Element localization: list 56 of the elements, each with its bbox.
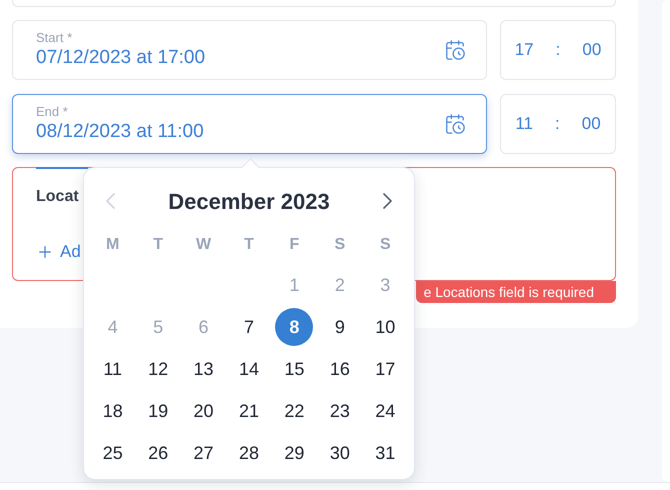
- day-cell[interactable]: 10: [366, 308, 404, 346]
- field-value: 08/12/2023 at 11:00: [36, 120, 205, 144]
- chevron-left-icon: [106, 193, 115, 209]
- day-cell[interactable]: 22: [275, 392, 314, 430]
- field-label: End *: [36, 104, 69, 120]
- day-cell[interactable]: 26: [139, 434, 178, 472]
- day-cell[interactable]: 16: [320, 350, 359, 388]
- section-title: Locat: [36, 187, 79, 207]
- day-cell[interactable]: 7: [230, 308, 268, 346]
- day-cell[interactable]: 18: [94, 392, 132, 430]
- day-cell[interactable]: 17: [366, 350, 404, 388]
- day-cell[interactable]: 13: [184, 350, 223, 388]
- weekday-label: S: [334, 235, 346, 255]
- hour-value: 11: [515, 113, 533, 136]
- time-separator: :: [556, 39, 560, 62]
- day-cell[interactable]: 12: [139, 350, 178, 388]
- date-field[interactable]: End * 08/12/2023 at 11:00: [12, 94, 487, 154]
- weekday-label: W: [196, 235, 212, 255]
- field-label: Start *: [36, 30, 74, 46]
- field-value: 07/12/2023 at 17:00: [36, 46, 206, 70]
- day-cell[interactable]: 14: [230, 350, 268, 388]
- error-message: e Locations field is required: [416, 281, 616, 303]
- weekday-label: T: [153, 235, 164, 255]
- hour-value: 17: [514, 39, 534, 62]
- add-location-button[interactable]: Ad: [36, 239, 81, 264]
- chevron-right-icon: [382, 193, 392, 209]
- day-cell[interactable]: 8: [275, 308, 314, 346]
- time-separator: :: [555, 113, 560, 136]
- day-cell[interactable]: 28: [230, 434, 268, 472]
- month-title: December 2023: [168, 188, 330, 216]
- calendar-icon[interactable]: [444, 39, 466, 61]
- weekday-label: M: [106, 235, 120, 255]
- day-cell[interactable]: 21: [230, 392, 268, 430]
- day-cell[interactable]: 29: [275, 434, 314, 472]
- day-cell[interactable]: 20: [184, 392, 223, 430]
- day-cell[interactable]: 30: [320, 434, 359, 472]
- weekday-label: T: [244, 235, 254, 255]
- day-cell[interactable]: 11: [94, 350, 132, 388]
- calendar-icon[interactable]: [444, 113, 466, 135]
- day-cell[interactable]: 24: [366, 392, 404, 430]
- weekday-label: F: [290, 235, 300, 255]
- minute-value: 00: [582, 39, 602, 62]
- day-cell[interactable]: 31: [366, 434, 404, 472]
- day-cell[interactable]: 27: [184, 434, 223, 472]
- day-cell[interactable]: 15: [275, 350, 314, 388]
- minute-value: 00: [582, 113, 601, 136]
- day-cell[interactable]: 19: [139, 392, 178, 430]
- time-field[interactable]: 11 : 00: [500, 94, 616, 154]
- next-month-button[interactable]: [382, 193, 392, 209]
- text-field[interactable]: [12, 0, 616, 7]
- day-cell[interactable]: 9: [320, 308, 359, 346]
- day-cell[interactable]: 25: [94, 434, 132, 472]
- time-field[interactable]: 17 : 00: [500, 20, 616, 80]
- date-field[interactable]: Start * 07/12/2023 at 17:00: [12, 20, 487, 80]
- day-cell[interactable]: 23: [320, 392, 359, 430]
- weekday-label: S: [380, 235, 391, 255]
